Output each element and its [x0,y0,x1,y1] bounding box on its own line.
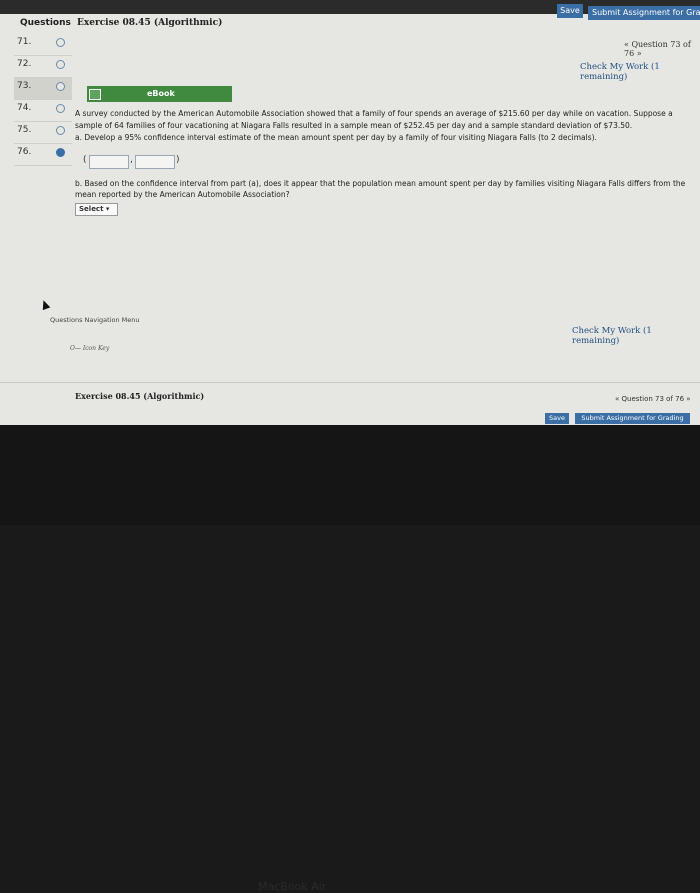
question-number: 75. [17,125,32,135]
question-item-76[interactable]: 76. [14,144,72,166]
select-label: Select [79,205,104,213]
mouse-cursor-icon [39,298,51,311]
status-circle-icon [56,38,65,47]
check-my-work-link[interactable]: Check My Work (1 remaining) [580,62,700,82]
laptop-brand: MacBook Air [258,880,327,893]
part-a-text: a. Develop a 95% confidence interval est… [75,133,597,142]
exercise-title: Exercise 08.45 (Algorithmic) [77,18,223,28]
book-icon [89,89,101,100]
divider [0,382,700,383]
comma: , [130,155,133,165]
save-button[interactable]: Save [557,4,583,18]
question-item-72[interactable]: 72. [14,56,72,78]
question-item-71[interactable]: 71. [14,34,72,56]
top-bar: Save Submit Assignment for Grading [0,0,700,20]
questions-header: Questions [20,18,71,28]
ebook-label: eBook [147,89,175,98]
question-number: 71. [17,37,32,47]
select-dropdown[interactable]: Select ▾ [75,203,118,216]
question-item-75[interactable]: 75. [14,122,72,144]
part-b-text: b. Based on the confidence interval from… [75,179,686,199]
open-paren: ( [83,155,87,165]
question-item-73[interactable]: 73. [14,78,72,100]
question-number: 76. [17,147,32,157]
browser-screen: Save Submit Assignment for Grading Quest… [0,0,700,425]
question-number: 74. [17,103,32,113]
question-counter[interactable]: « Question 73 of 76 » [624,40,700,58]
question-number: 72. [17,59,32,69]
question-counter-bottom[interactable]: « Question 73 of 76 » [615,395,691,403]
upper-bound-input[interactable] [135,155,175,169]
laptop-bezel: MacBook Air [0,425,700,893]
save-button-bottom[interactable]: Save [545,413,569,424]
lower-bound-input[interactable] [89,155,129,169]
question-item-74[interactable]: 74. [14,100,72,122]
problem-intro: A survey conducted by the American Autom… [75,109,673,130]
exercise-title-bottom: Exercise 08.45 (Algorithmic) [75,391,205,401]
question-list: 71. 72. 73. 74. 75. 76. [14,34,72,166]
problem-text: A survey conducted by the American Autom… [75,108,695,144]
status-circle-icon [56,104,65,113]
status-circle-icon [56,60,65,69]
question-number: 73. [17,81,32,91]
ebook-button[interactable]: eBook [87,86,232,102]
status-filled-circle-icon [56,148,65,157]
icon-key[interactable]: O— Icon Key [70,345,109,352]
status-circle-icon [56,82,65,91]
check-my-work-link-bottom[interactable]: Check My Work (1 remaining) [572,326,700,346]
status-circle-icon [56,126,65,135]
close-paren: ) [176,155,180,165]
submit-assignment-button-bottom[interactable]: Submit Assignment for Grading [575,413,690,424]
questions-navigation-menu[interactable]: Questions Navigation Menu [50,316,140,324]
submit-assignment-button[interactable]: Submit Assignment for Grading [588,6,700,20]
